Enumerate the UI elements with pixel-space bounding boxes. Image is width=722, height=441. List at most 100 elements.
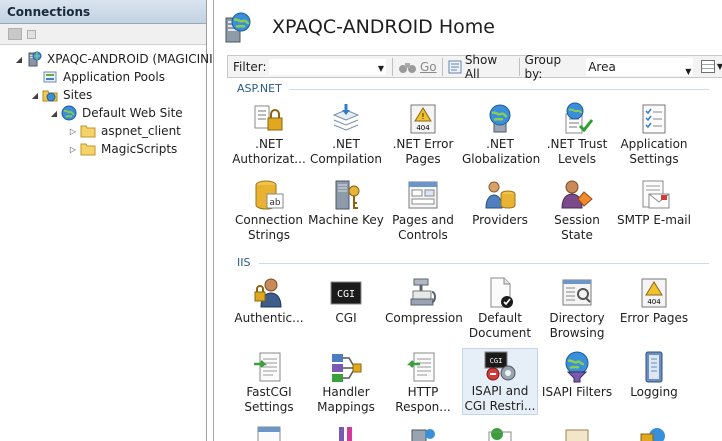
feature-connection-strings[interactable]: ab Connection Strings	[231, 178, 307, 243]
show-all-label: Show All	[464, 52, 498, 81]
expand-icon[interactable]: ▷	[68, 145, 78, 154]
feature-label: Error Pages	[619, 311, 689, 325]
feature-net-trust-levels[interactable]: .NET Trust Levels	[539, 102, 615, 167]
folder-icon	[80, 141, 96, 157]
svg-text:!: !	[421, 112, 424, 121]
group-by-select[interactable]: Area ▼	[586, 57, 694, 76]
feature-default-document[interactable]: Default Document	[462, 276, 538, 341]
group-by-label: Group by:	[524, 52, 562, 81]
providers-icon	[483, 178, 517, 212]
feature-label: CGI	[335, 311, 357, 325]
tree-label: XPAQC-ANDROID (MAGICINI	[47, 52, 213, 66]
tree-node-sites[interactable]: ◢ Sites	[30, 86, 94, 104]
feature-directory-browsing[interactable]: Directory Browsing	[539, 276, 615, 341]
feature-label: Logging	[630, 385, 678, 399]
feature-label: Compression	[385, 311, 463, 325]
feature-session-state[interactable]: Session State	[539, 178, 615, 243]
svg-text:CGI: CGI	[490, 357, 503, 365]
partial-row-icon	[483, 424, 517, 441]
lock-people-icon	[252, 102, 286, 136]
tree-node-server[interactable]: ◢ XPAQC-ANDROID (MAGICINI	[14, 50, 215, 68]
connections-pane: Connections ◢ XPAQC-ANDROID (MAGICINI Ap…	[0, 0, 213, 441]
fastcgi-icon	[252, 350, 286, 384]
go-button[interactable]: Go	[398, 60, 437, 74]
collapse-icon[interactable]: ◢	[14, 55, 24, 64]
show-all-icon	[448, 60, 462, 73]
connect-icon[interactable]	[8, 28, 22, 40]
feature-label: Pages and Controls	[392, 213, 454, 242]
collapse-icon[interactable]: ◢	[30, 91, 40, 100]
feature-label: Authentic...	[234, 311, 304, 325]
feature-http-response-headers[interactable]: HTTP Respon...	[385, 350, 461, 415]
feature-label: Directory Browsing	[549, 311, 605, 340]
cgi-icon: CGI	[329, 276, 363, 310]
feature-label: Connection Strings	[235, 213, 303, 242]
feature-net-compilation[interactable]: .NET Compilation	[308, 102, 384, 167]
tree-node-default-web-site[interactable]: ◢ Default Web Site	[49, 104, 185, 122]
filter-input[interactable]: ▼	[268, 57, 387, 76]
expand-icon[interactable]: ▷	[68, 127, 78, 136]
feature-label: Application Settings	[620, 137, 688, 166]
section-header-iis: IIS	[237, 256, 251, 269]
feature-providers[interactable]: Providers	[462, 178, 538, 228]
folder-icon	[80, 123, 96, 139]
feature-compression[interactable]: Compression	[385, 276, 463, 326]
main-pane: XPAQC-ANDROID Home Filter: ▼ Go Show All…	[213, 0, 722, 441]
feature-application-settings[interactable]: Application Settings	[616, 102, 692, 167]
feature-pages-and-controls[interactable]: Pages and Controls	[385, 178, 461, 243]
feature-smtp-email[interactable]: SMTP E-mail	[616, 178, 692, 228]
feature-label: HTTP Respon...	[395, 385, 451, 414]
tree-node-app-pools[interactable]: Application Pools	[30, 68, 167, 86]
compilation-stack-icon	[329, 102, 363, 136]
dropdown-arrow-icon[interactable]: ▼	[378, 64, 384, 73]
page-title: XPAQC-ANDROID Home	[272, 16, 495, 38]
partial-row-icon	[406, 424, 440, 441]
partial-row-icon	[329, 424, 363, 441]
sites-folder-icon	[42, 87, 58, 103]
partial-row-icon	[252, 424, 286, 441]
collapse-icon[interactable]: ◢	[49, 109, 59, 118]
feature-machine-key[interactable]: Machine Key	[308, 178, 384, 228]
group-by-value: Area	[588, 59, 616, 74]
feature-label: Handler Mappings	[317, 385, 375, 414]
show-all-button[interactable]: Show All	[448, 53, 514, 81]
tree-label: Default Web Site	[82, 106, 183, 120]
chevron-down-icon[interactable]: ▼	[717, 62, 722, 71]
app-pools-icon	[42, 69, 58, 85]
settings-checklist-icon	[637, 102, 671, 136]
feature-fastcgi-settings[interactable]: FastCGI Settings	[231, 350, 307, 415]
view-mode-icon[interactable]	[701, 60, 715, 73]
pages-controls-icon	[406, 178, 440, 212]
feature-authentication[interactable]: Authentic...	[231, 276, 307, 326]
title-bar: XPAQC-ANDROID Home	[214, 0, 722, 55]
feature-net-error-pages[interactable]: ! 404 .NET Error Pages	[385, 102, 461, 167]
session-state-icon	[560, 178, 594, 212]
warning-404-icon: ! 404	[406, 102, 440, 136]
feature-error-pages[interactable]: 404 Error Pages	[616, 276, 692, 326]
compression-clamp-icon	[406, 276, 440, 310]
tree-node-aspnet-client[interactable]: ▷ aspnet_client	[68, 122, 183, 140]
filter-bar: Filter: ▼ Go Show All Group by: Area ▼ ▼	[227, 52, 722, 81]
globe-server-icon	[483, 102, 517, 136]
features-view: ASP.NET .NET Authorizat... .NET Compilat…	[227, 78, 722, 441]
trust-check-icon	[560, 102, 594, 136]
feature-net-globalization[interactable]: .NET Globalization	[462, 102, 540, 167]
tree-label: Sites	[63, 88, 93, 102]
error-404-icon: 404	[637, 276, 671, 310]
directory-browsing-icon	[560, 276, 594, 310]
save-icon[interactable]	[27, 30, 36, 39]
section-header-aspnet: ASP.NET	[237, 82, 282, 95]
feature-label: SMTP E-mail	[617, 213, 691, 227]
feature-label: Providers	[472, 213, 528, 227]
feature-isapi-cgi-restrictions[interactable]: CGI ISAPI and CGI Restri...	[462, 348, 538, 415]
tree-node-magicscripts[interactable]: ▷ MagicScripts	[68, 140, 179, 158]
machine-key-icon	[329, 178, 363, 212]
feature-net-authorization[interactable]: .NET Authorizat...	[231, 102, 307, 167]
feature-logging[interactable]: Logging	[616, 350, 692, 400]
database-ab-icon: ab	[252, 178, 286, 212]
feature-isapi-filters[interactable]: ISAPI Filters	[539, 350, 615, 400]
feature-label: .NET Compilation	[309, 137, 383, 166]
feature-label: FastCGI Settings	[244, 385, 294, 414]
feature-cgi[interactable]: CGI CGI	[308, 276, 384, 326]
feature-handler-mappings[interactable]: Handler Mappings	[308, 350, 384, 415]
